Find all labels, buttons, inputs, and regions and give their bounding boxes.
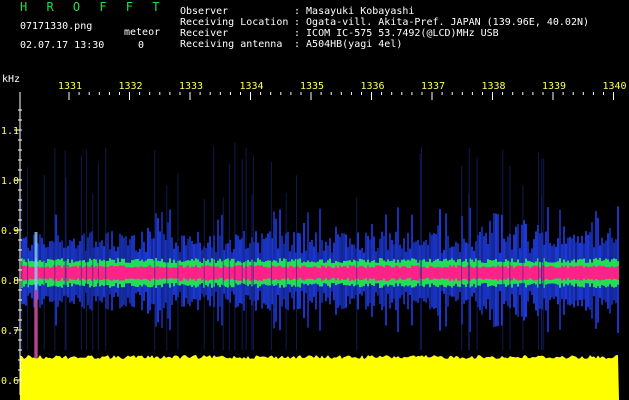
spectrogram-background [0, 60, 629, 400]
plot-area [0, 60, 629, 400]
time-tick-label: 1331 [58, 81, 82, 92]
time-tick-label: 1335 [300, 81, 324, 92]
time-tick-label: 1334 [240, 81, 264, 92]
freq-tick-label: 0.6 [1, 376, 19, 387]
noise-floor-fill [20, 355, 619, 400]
freq-tick-label: 0.7 [1, 326, 19, 337]
spectrogram: 1331 1332 1333 1334 1335 1336 1337 1338 1339 1340… [0, 60, 629, 400]
time-tick-label: 1336 [361, 81, 385, 92]
freq-tick-label: 0.9 [1, 226, 19, 237]
time-tick-label: 1333 [179, 81, 203, 92]
time-tick-label: 1340 [603, 81, 627, 92]
freq-tick-label: 1.0 [1, 176, 19, 187]
time-tick-label: 1332 [119, 81, 143, 92]
time-tick-label: 1339 [542, 81, 566, 92]
time-tick-label: 1338 [482, 81, 506, 92]
freq-tick-label: 0.8 [1, 276, 19, 287]
freq-unit-label: kHz [2, 74, 20, 85]
time-tick-label: 1337 [421, 81, 445, 92]
noise-floor [20, 355, 619, 400]
freq-tick-label: 1.1 [1, 126, 19, 137]
